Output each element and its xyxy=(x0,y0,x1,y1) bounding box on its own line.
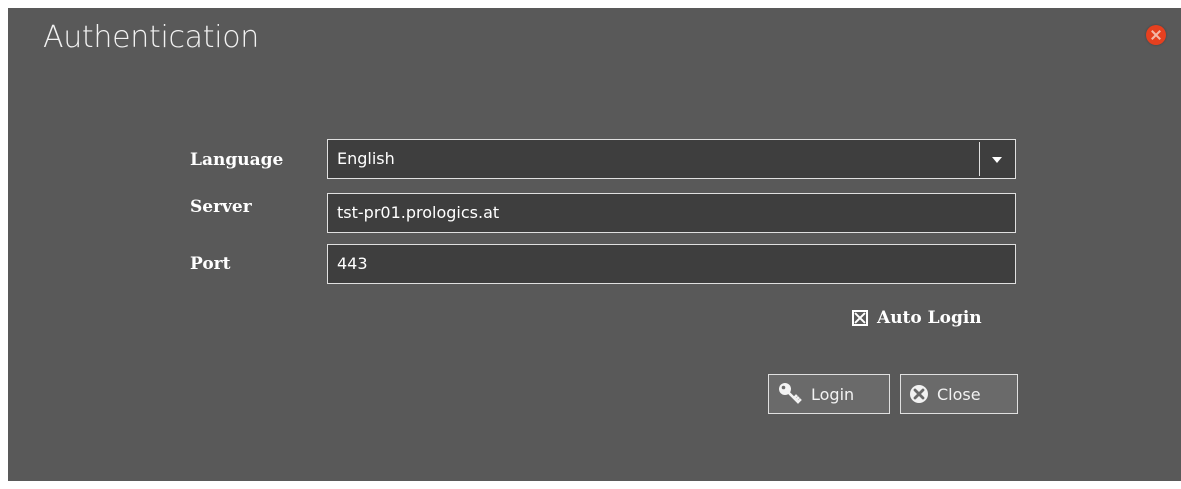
port-value: 443 xyxy=(337,254,368,273)
server-label: Server xyxy=(190,197,252,217)
auto-login-label: Auto Login xyxy=(877,308,982,328)
close-circle-icon xyxy=(909,384,929,404)
language-label: Language xyxy=(190,150,284,170)
close-button[interactable]: Close xyxy=(900,374,1018,414)
server-input[interactable]: tst-pr01.prologics.at xyxy=(327,193,1016,233)
port-input[interactable]: 443 xyxy=(327,244,1016,284)
login-button[interactable]: Login xyxy=(768,374,890,414)
port-label: Port xyxy=(190,254,231,274)
close-label: Close xyxy=(937,384,981,404)
language-dropdown-button[interactable] xyxy=(979,142,1013,176)
checkbox-checked-icon[interactable] xyxy=(852,310,868,326)
authentication-dialog: Authentication Language English Server t… xyxy=(8,8,1181,481)
auto-login-checkbox[interactable]: Auto Login xyxy=(852,308,982,328)
key-icon xyxy=(777,381,803,407)
server-value: tst-pr01.prologics.at xyxy=(337,203,500,222)
login-label: Login xyxy=(811,384,855,404)
dialog-title: Authentication xyxy=(43,20,260,55)
language-select[interactable]: English xyxy=(327,139,1016,179)
language-value: English xyxy=(337,149,395,168)
chevron-down-icon xyxy=(992,157,1002,163)
close-icon[interactable] xyxy=(1146,25,1166,45)
